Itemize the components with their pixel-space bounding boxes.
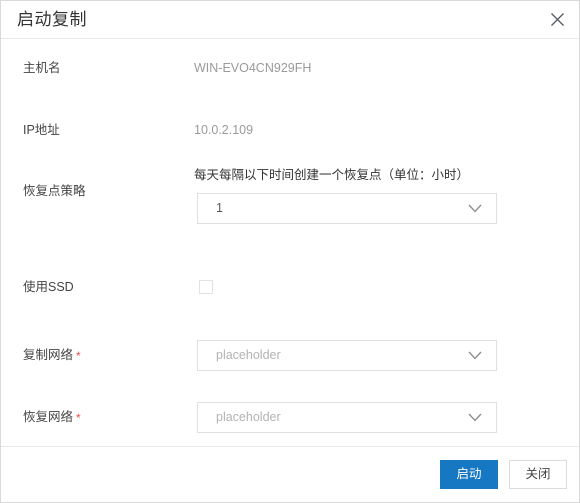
recovery-network-label-text: 恢复网络 <box>23 410 74 424</box>
dialog-title: 启动复制 <box>17 10 87 29</box>
required-asterisk: * <box>76 349 81 363</box>
start-button[interactable]: 启动 <box>440 460 498 489</box>
required-asterisk: * <box>76 411 81 425</box>
close-button[interactable]: 关闭 <box>509 460 567 489</box>
recovery-network-select[interactable]: placeholder <box>197 402 497 433</box>
chevron-down-icon <box>468 204 482 213</box>
ip-address-value: 10.0.2.109 <box>194 123 254 137</box>
recovery-network-select-value: placeholder <box>216 411 281 424</box>
recovery-policy-select[interactable]: 1 <box>197 193 497 224</box>
dialog-body: 主机名 WIN-EVO4CN929FH IP地址 10.0.2.109 恢复点策… <box>1 39 579 446</box>
ip-address-label: IP地址 <box>23 123 60 137</box>
recovery-policy-description: 每天每隔以下时间创建一个恢复点（单位：小时） <box>194 168 470 182</box>
replication-network-select-value: placeholder <box>216 349 281 362</box>
hostname-label: 主机名 <box>23 61 61 75</box>
use-ssd-checkbox[interactable] <box>199 280 213 294</box>
recovery-policy-select-value: 1 <box>216 202 223 215</box>
replication-network-label-text: 复制网络 <box>23 348 74 362</box>
dialog-footer: 启动 关闭 <box>1 446 579 502</box>
recovery-network-label: 恢复网络 * <box>23 409 81 425</box>
replication-network-label: 复制网络 * <box>23 347 81 363</box>
start-replication-dialog: 启动复制 主机名 WIN-EVO4CN929FH IP地址 10.0.2.109… <box>0 0 580 503</box>
replication-network-select[interactable]: placeholder <box>197 340 497 371</box>
use-ssd-label: 使用SSD <box>23 280 74 294</box>
close-icon[interactable] <box>543 5 571 33</box>
chevron-down-icon <box>468 351 482 360</box>
recovery-policy-label: 恢复点策略 <box>23 184 86 198</box>
hostname-value: WIN-EVO4CN929FH <box>194 61 312 75</box>
dialog-header: 启动复制 <box>1 1 579 39</box>
chevron-down-icon <box>468 413 482 422</box>
